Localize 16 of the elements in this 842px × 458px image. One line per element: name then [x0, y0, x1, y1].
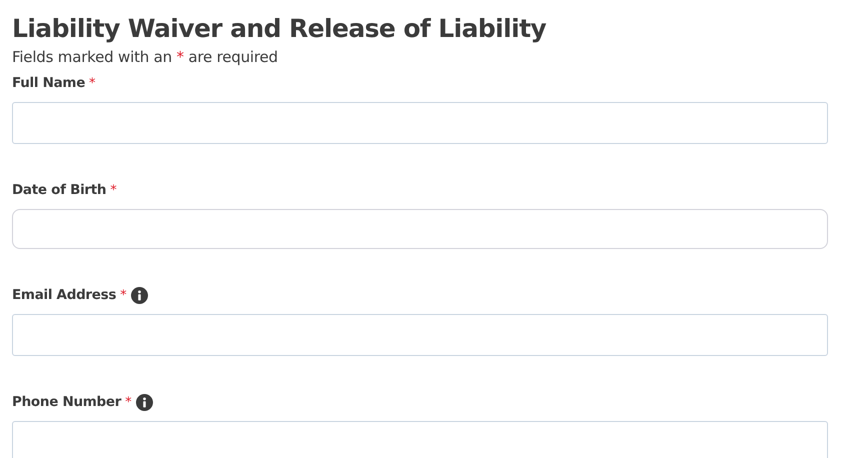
form-title: Liability Waiver and Release of Liability: [12, 13, 548, 45]
field-label: Phone Number: [12, 394, 122, 410]
info-icon[interactable]: [130, 286, 148, 304]
required-asterisk: *: [89, 76, 96, 90]
input-field[interactable]: [12, 314, 828, 356]
required-note: Fields marked with an * are required: [12, 48, 279, 66]
input-field[interactable]: [12, 102, 828, 144]
date-field[interactable]: [12, 209, 828, 249]
field-label: Email Address: [12, 287, 116, 303]
required-asterisk: *: [120, 288, 127, 302]
field-label: Full Name: [12, 75, 86, 91]
input-field[interactable]: [12, 421, 828, 458]
info-icon[interactable]: [136, 394, 153, 410]
required-asterisk: *: [110, 182, 117, 198]
required-asterisk: *: [125, 394, 132, 410]
field-label: Date of Birth: [12, 182, 106, 198]
